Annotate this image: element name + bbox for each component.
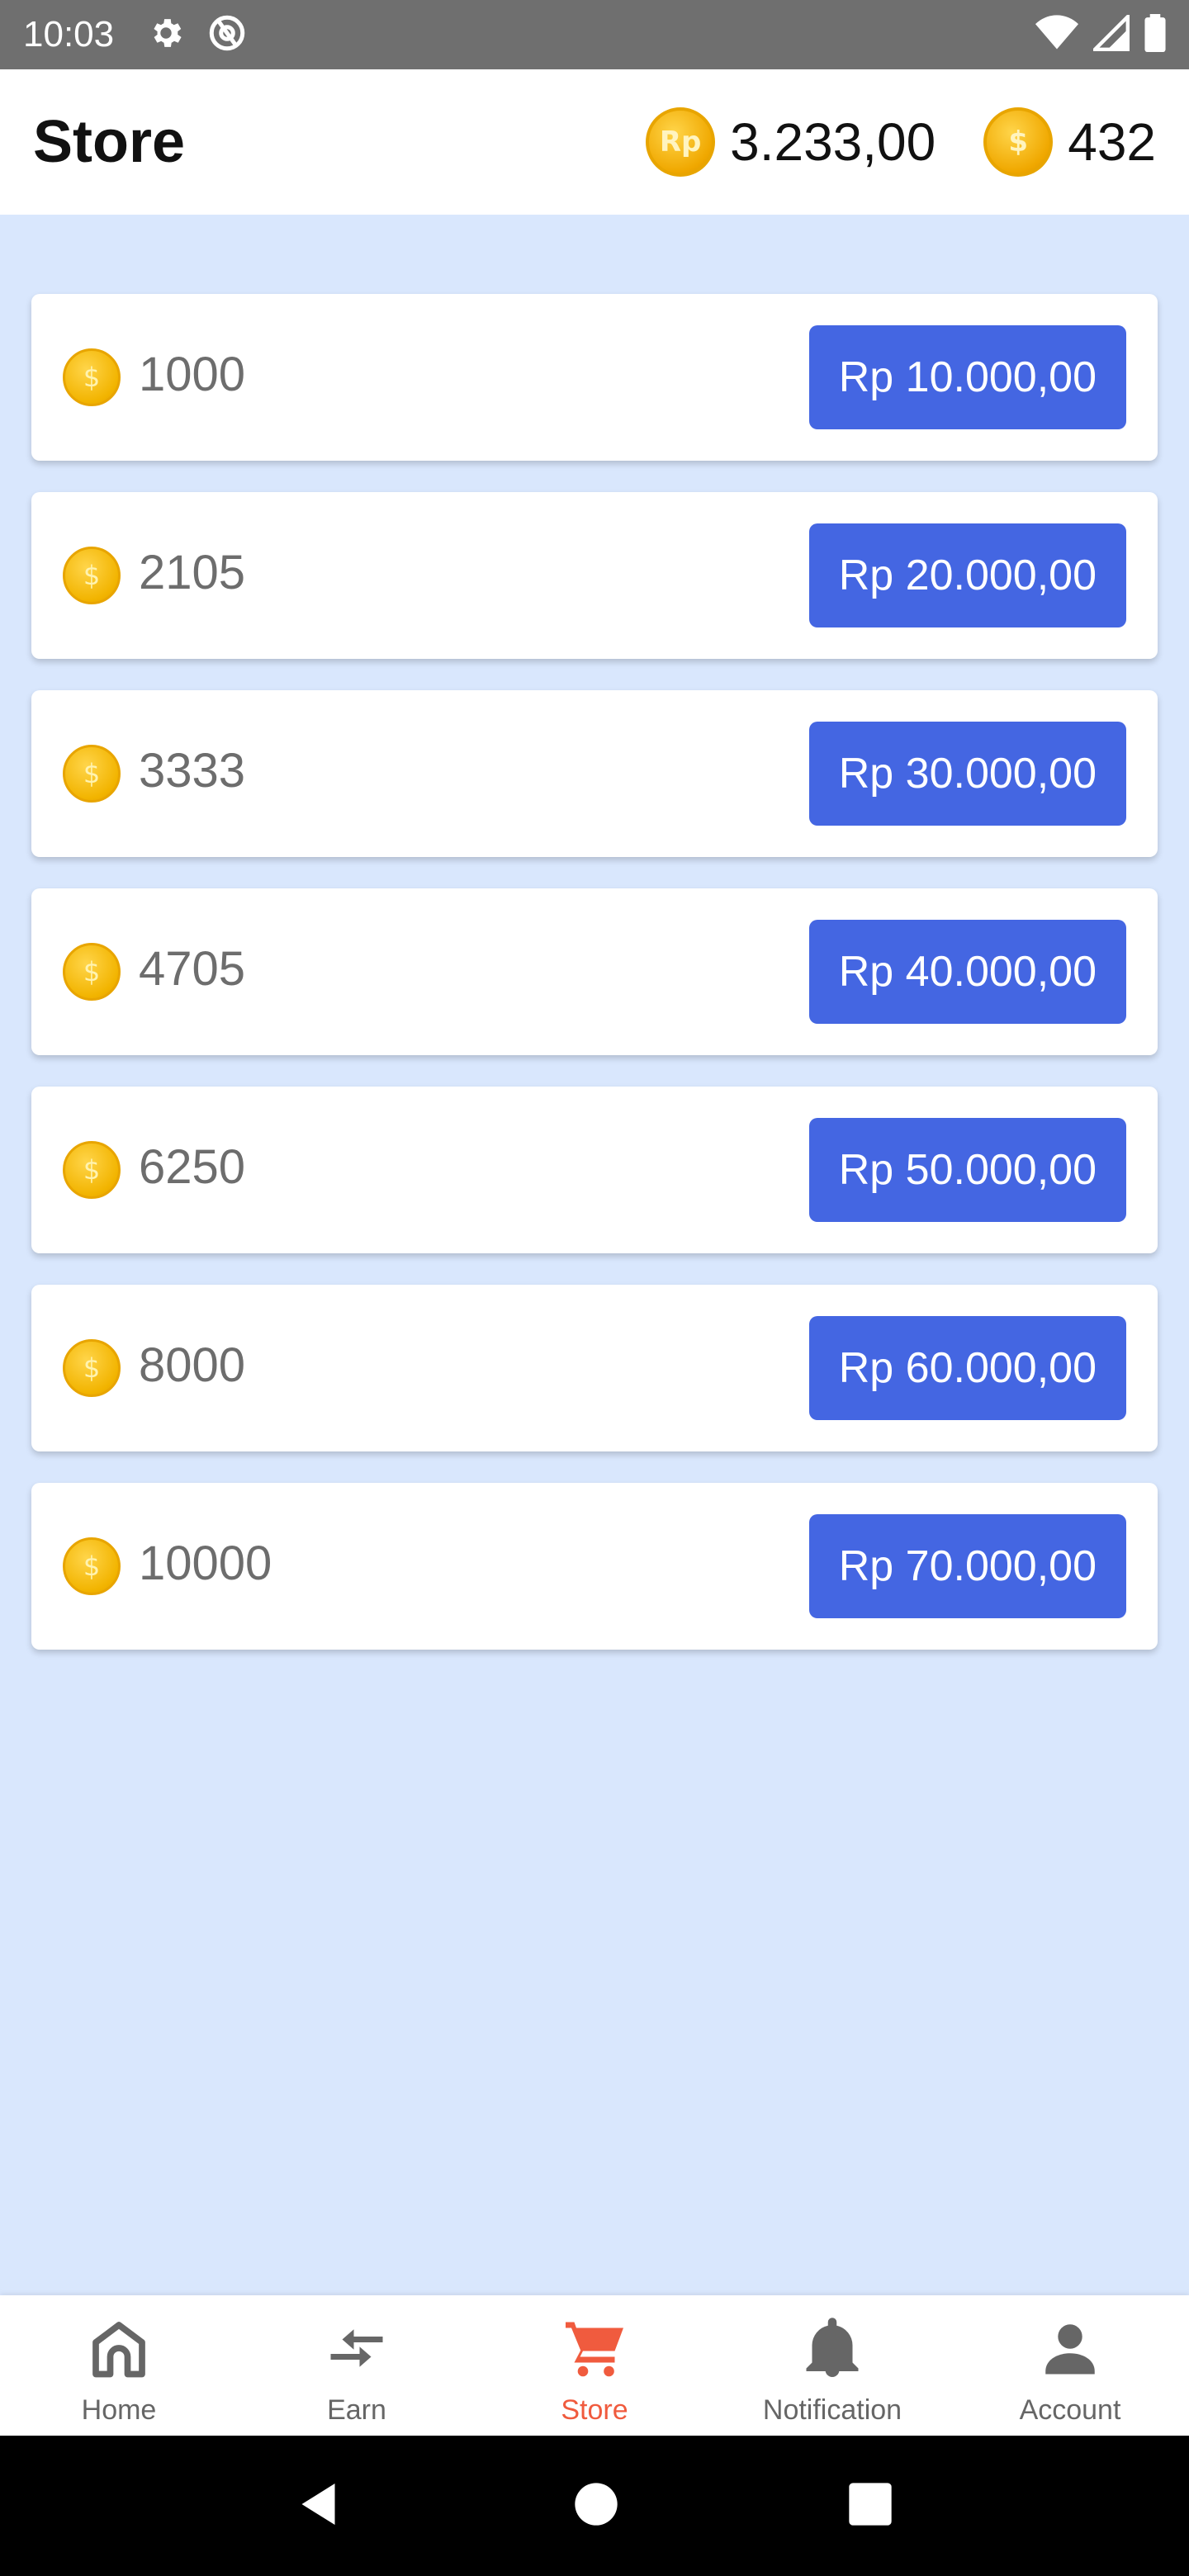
buy-button[interactable]: Rp 70.000,00 bbox=[808, 1514, 1126, 1618]
wifi-icon bbox=[1035, 15, 1078, 54]
nav-item-home[interactable]: Home bbox=[0, 2295, 238, 2436]
app-bar: Store Rp 3.233,00 $ 432 bbox=[0, 69, 1189, 215]
gear-icon bbox=[147, 14, 185, 55]
home-circle-icon[interactable] bbox=[573, 2481, 619, 2531]
buy-button[interactable]: Rp 60.000,00 bbox=[808, 1316, 1126, 1420]
recents-icon[interactable] bbox=[847, 2481, 893, 2531]
buy-button[interactable]: Rp 20.000,00 bbox=[808, 523, 1126, 627]
nav-label: Home bbox=[81, 2394, 157, 2426]
signal-icon bbox=[1090, 12, 1130, 54]
nav-item-notification[interactable]: Notification bbox=[713, 2295, 951, 2436]
store-item: $ 3333 Rp 30.000,00 bbox=[31, 690, 1158, 857]
coin-amount: 3333 bbox=[139, 743, 246, 798]
nav-label: Earn bbox=[327, 2394, 386, 2426]
home-icon bbox=[84, 2313, 154, 2386]
money-balance-value: 3.233,00 bbox=[730, 112, 936, 172]
battery-icon bbox=[1144, 14, 1166, 55]
store-item: $ 1000 Rp 10.000,00 bbox=[31, 294, 1158, 461]
coin-amount: 6250 bbox=[139, 1139, 246, 1194]
buy-button[interactable]: Rp 40.000,00 bbox=[808, 920, 1126, 1024]
coin-balance: $ 432 bbox=[983, 107, 1156, 177]
nav-label: Store bbox=[561, 2394, 628, 2426]
coin-icon: $ bbox=[983, 107, 1054, 177]
bottom-nav: Home Earn Store Notification Account bbox=[0, 2295, 1189, 2436]
store-item: $ 4705 Rp 40.000,00 bbox=[31, 888, 1158, 1055]
store-item: $ 2105 Rp 20.000,00 bbox=[31, 492, 1158, 659]
buy-button[interactable]: Rp 30.000,00 bbox=[808, 722, 1126, 826]
exchange-icon bbox=[322, 2313, 391, 2386]
coin-icon: $ bbox=[63, 348, 121, 406]
buy-button[interactable]: Rp 50.000,00 bbox=[808, 1118, 1126, 1222]
coin-icon: $ bbox=[63, 943, 121, 1001]
nav-item-store[interactable]: Store bbox=[476, 2295, 713, 2436]
coin-icon: $ bbox=[63, 745, 121, 803]
rp-coin-icon: Rp bbox=[646, 107, 716, 177]
coin-amount: 8000 bbox=[139, 1338, 246, 1392]
coin-icon: $ bbox=[63, 547, 121, 604]
nav-label: Notification bbox=[762, 2394, 902, 2426]
at-sign-icon bbox=[206, 12, 248, 57]
status-time: 10:03 bbox=[23, 14, 115, 54]
balances: Rp 3.233,00 $ 432 bbox=[646, 107, 1156, 177]
coin-balance-value: 432 bbox=[1068, 112, 1156, 172]
store-item: $ 6250 Rp 50.000,00 bbox=[31, 1087, 1158, 1253]
status-bar: 10:03 bbox=[0, 0, 1189, 69]
system-nav-bar bbox=[0, 2436, 1189, 2576]
coin-icon: $ bbox=[63, 1141, 121, 1199]
money-balance: Rp 3.233,00 bbox=[646, 107, 936, 177]
page-title: Store bbox=[33, 109, 186, 175]
coin-amount: 1000 bbox=[139, 347, 246, 401]
coin-amount: 2105 bbox=[139, 545, 246, 599]
cart-icon bbox=[560, 2313, 629, 2386]
store-list: $ 1000 Rp 10.000,00 $ 2105 Rp 20.000,00 … bbox=[31, 294, 1158, 1681]
coin-icon: $ bbox=[63, 1537, 121, 1595]
back-icon[interactable] bbox=[296, 2479, 345, 2532]
buy-button[interactable]: Rp 10.000,00 bbox=[808, 325, 1126, 429]
bell-icon bbox=[798, 2313, 867, 2386]
coin-amount: 4705 bbox=[139, 941, 246, 996]
person-icon bbox=[1035, 2313, 1105, 2386]
nav-item-earn[interactable]: Earn bbox=[238, 2295, 476, 2436]
store-item: $ 8000 Rp 60.000,00 bbox=[31, 1285, 1158, 1451]
coin-amount: 10000 bbox=[139, 1536, 272, 1590]
store-item: $ 10000 Rp 70.000,00 bbox=[31, 1483, 1158, 1650]
nav-item-account[interactable]: Account bbox=[951, 2295, 1189, 2436]
nav-label: Account bbox=[1019, 2394, 1121, 2426]
coin-icon: $ bbox=[63, 1339, 121, 1397]
